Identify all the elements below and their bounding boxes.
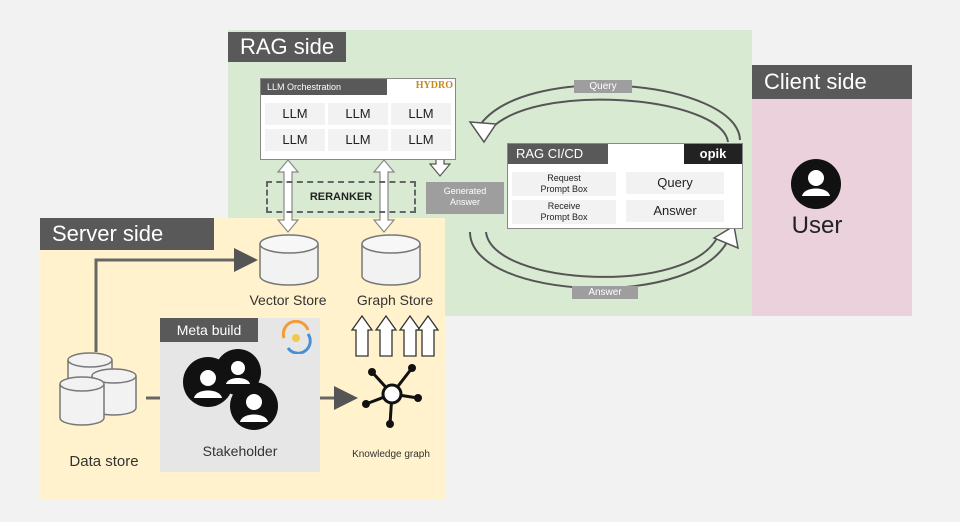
- llm-cell: LLM: [328, 103, 388, 125]
- user-icon: [791, 159, 841, 209]
- llm-cell: LLM: [391, 129, 451, 151]
- request-line1: Request: [547, 173, 581, 183]
- receive-line1: Receive: [547, 201, 581, 211]
- rag-cicd-title: RAG CI/CD: [508, 144, 608, 164]
- query-pill: Query: [574, 80, 632, 93]
- graph-store-label: Graph Store: [356, 292, 434, 308]
- hydro-logo: HYDRO: [415, 80, 453, 91]
- vector-store-label: Vector Store: [249, 292, 327, 308]
- generated-answer-box: Generated Answer: [426, 182, 504, 214]
- knowledge-graph-label: Knowledge graph: [352, 449, 430, 460]
- llm-cell: LLM: [265, 129, 325, 151]
- answer-pill: Answer: [572, 286, 638, 299]
- rag-cicd-box: RAG CI/CD opik Request Prompt Box Receiv…: [507, 143, 743, 229]
- data-store-icon: [59, 352, 137, 426]
- reranker-box: RERANKER: [266, 181, 416, 213]
- llm-cell: LLM: [328, 129, 388, 151]
- receive-prompt-box: Receive Prompt Box: [512, 200, 616, 224]
- connector-arrows: [94, 84, 741, 410]
- meta-logo-icon: [281, 320, 312, 354]
- stakeholder-icon: [183, 349, 278, 430]
- opik-logo: opik: [684, 144, 742, 164]
- user-label: User: [791, 212, 843, 239]
- stakeholder-label: Stakeholder: [202, 443, 278, 459]
- llm-cell: LLM: [391, 103, 451, 125]
- vector-store-icon: [259, 234, 319, 286]
- llm-cell: LLM: [265, 103, 325, 125]
- request-prompt-box: Request Prompt Box: [512, 172, 616, 196]
- generated-answer-line1: Generated: [443, 186, 487, 196]
- receive-line2: Prompt Box: [540, 212, 588, 222]
- knowledge-graph-icon: [362, 364, 422, 428]
- llm-orchestration-title: LLM Orchestration: [261, 79, 387, 95]
- meta-build-title: Meta build: [160, 318, 258, 342]
- llm-orchestration-box: LLM Orchestration HYDRO LLM LLM LLM LLM …: [260, 78, 456, 160]
- cicd-answer: Answer: [626, 200, 724, 222]
- cicd-query: Query: [626, 172, 724, 194]
- data-store-label: Data store: [69, 453, 139, 470]
- generated-answer-line2: Answer: [449, 197, 480, 207]
- request-line2: Prompt Box: [540, 184, 588, 194]
- graph-store-icon: [361, 234, 421, 286]
